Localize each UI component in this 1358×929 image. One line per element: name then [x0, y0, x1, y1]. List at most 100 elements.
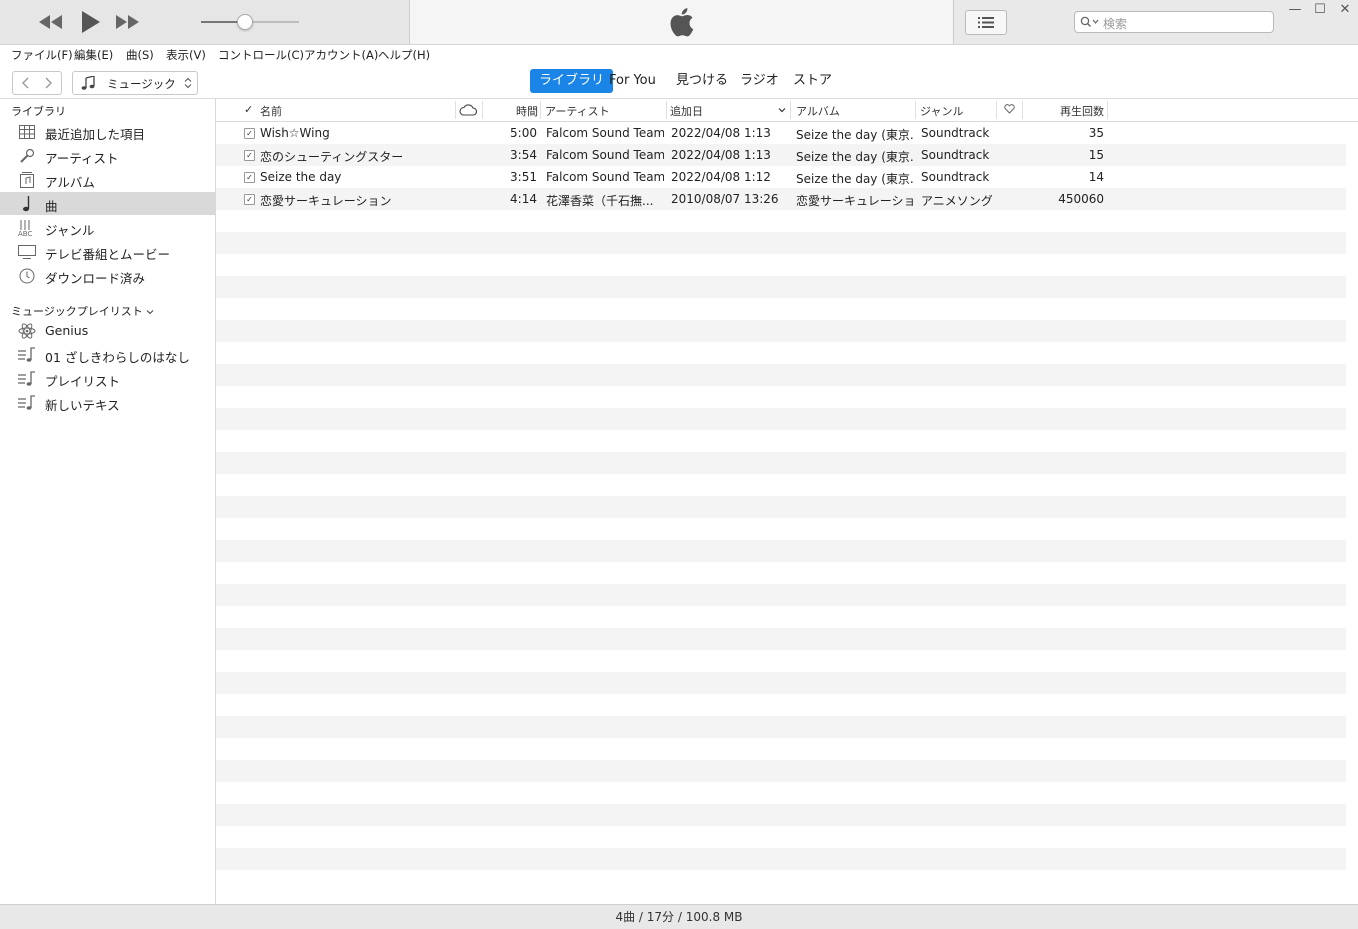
maximize-button[interactable]: ☐ [1310, 2, 1330, 18]
search-field[interactable]: 検索 [1074, 11, 1274, 33]
cell-album: Seize the day (東京... [796, 128, 913, 142]
sidebar-item-albums[interactable]: アルバム [0, 168, 215, 191]
sidebar: ライブラリ 最近追加した項目 アーティスト アルバム 曲 ABC ジャンル テレ… [0, 99, 216, 904]
empty-row [216, 826, 1346, 848]
column-artist[interactable]: アーティスト [545, 103, 610, 119]
empty-row [216, 694, 1346, 716]
music-note-icon [18, 195, 36, 213]
cell-artist: Falcom Sound Team... [546, 148, 664, 162]
close-button[interactable]: ✕ [1335, 2, 1355, 18]
column-divider [455, 101, 456, 119]
tab-for-you[interactable]: For You [600, 69, 665, 93]
empty-row [216, 848, 1346, 870]
cell-play-count: 450060 [1058, 192, 1104, 206]
table-row[interactable]: ✓ 恋のシューティングスター 3:54 Falcom Sound Team... 202… [216, 144, 1346, 166]
volume-knob[interactable] [237, 14, 254, 30]
menu-view[interactable]: 表示(V) [166, 47, 206, 63]
table-row[interactable]: ✓ Seize the day 3:51 Falcom Sound Team... 20… [216, 166, 1346, 188]
sidebar-item-label: テレビ番組とムービー [45, 247, 171, 262]
column-time[interactable]: 時間 [516, 103, 538, 119]
menu-help[interactable]: ヘルプ(H) [378, 47, 430, 63]
row-checkbox[interactable]: ✓ [244, 172, 255, 183]
column-cloud[interactable] [459, 104, 478, 119]
sidebar-item-label: プレイリスト [45, 374, 121, 389]
menu-controls[interactable]: コントロール(C) [218, 47, 304, 63]
play-button[interactable] [78, 8, 102, 36]
forward-button[interactable] [37, 71, 62, 95]
chevron-down-icon [146, 310, 154, 315]
column-love[interactable] [1004, 104, 1015, 117]
menu-file[interactable]: ファイル(F) [11, 47, 73, 63]
empty-row [216, 210, 1346, 232]
fast-forward-button[interactable] [114, 10, 140, 34]
empty-row [216, 254, 1346, 276]
empty-row [216, 738, 1346, 760]
sort-descending-icon[interactable] [778, 107, 786, 113]
column-check[interactable]: ✓ [244, 103, 253, 116]
empty-row [216, 628, 1346, 650]
sidebar-item-label: Genius [45, 323, 89, 338]
tab-browse[interactable]: 見つける [667, 69, 737, 93]
sidebar-item-label: アルバム [45, 175, 95, 190]
menu-song[interactable]: 曲(S) [126, 47, 154, 63]
row-checkbox[interactable]: ✓ [244, 194, 255, 205]
row-checkbox[interactable]: ✓ [244, 128, 255, 139]
vertical-scrollbar[interactable] [1346, 122, 1358, 904]
playlists-header[interactable]: ミュージックプレイリスト [11, 303, 154, 319]
up-next-button[interactable] [965, 10, 1007, 35]
row-checkbox[interactable]: ✓ [244, 150, 255, 161]
library-header: ライブラリ [11, 105, 66, 118]
empty-row [216, 870, 1346, 892]
empty-row [216, 452, 1346, 474]
cell-time: 3:54 [510, 148, 537, 162]
library-summary: 4曲 / 17分 / 100.8 MB [615, 910, 743, 924]
sidebar-item-genius[interactable]: Genius [0, 319, 215, 342]
media-kind-selector[interactable]: ミュージック [72, 71, 198, 95]
cell-genre: Soundtrack [921, 148, 990, 162]
cell-date-added: 2022/04/08 1:12 [671, 170, 771, 184]
sidebar-item-genres[interactable]: ABC ジャンル [0, 216, 215, 239]
column-date-added[interactable]: 追加日 [670, 103, 703, 119]
sidebar-item-recently-added[interactable]: 最近追加した項目 [0, 120, 215, 143]
column-play-count[interactable]: 再生回数 [1060, 103, 1104, 119]
sidebar-item-playlist-01[interactable]: 01 ざしきわらしのはなし [0, 343, 215, 366]
cell-album: Seize the day (東京... [796, 172, 913, 186]
sidebar-item-downloaded[interactable]: ダウンロード済み [0, 264, 215, 287]
sidebar-item-playlist[interactable]: プレイリスト [0, 367, 215, 390]
sidebar-item-songs[interactable]: 曲 [0, 192, 215, 215]
genius-atom-icon [18, 322, 36, 340]
empty-row [216, 672, 1346, 694]
column-name[interactable]: 名前 [260, 103, 282, 119]
status-bar: 4曲 / 17分 / 100.8 MB [0, 904, 1358, 929]
volume-slider[interactable] [201, 14, 299, 30]
svg-text:ABC: ABC [18, 230, 32, 236]
empty-row [216, 584, 1346, 606]
menu-account[interactable]: アカウント(A) [304, 47, 378, 63]
empty-row [216, 496, 1346, 518]
column-genre[interactable]: ジャンル [920, 103, 963, 119]
table-row[interactable]: ✓ 恋愛サーキュレーション 4:14 花澤香菜（千石撫... 2010/08/07 13… [216, 188, 1346, 210]
minimize-button[interactable]: — [1285, 2, 1305, 18]
sidebar-item-artists[interactable]: アーティスト [0, 144, 215, 167]
playlist-icon [18, 346, 36, 364]
rewind-button[interactable] [38, 10, 64, 34]
tab-store[interactable]: ストア [784, 69, 841, 93]
empty-row [216, 716, 1346, 738]
tab-radio[interactable]: ラジオ [731, 69, 788, 93]
menu-edit[interactable]: 編集(E) [74, 47, 113, 63]
cell-date-added: 2022/04/08 1:13 [671, 126, 771, 140]
cell-time: 5:00 [510, 126, 537, 140]
list-icon [978, 17, 994, 28]
column-album[interactable]: アルバム [796, 103, 840, 119]
sidebar-item-new-text[interactable]: 新しいテキス [0, 391, 215, 414]
back-button[interactable] [12, 71, 38, 95]
empty-row [216, 540, 1346, 562]
table-row[interactable]: ✓ Wish☆Wing 5:00 Falcom Sound Team... 2022/0… [216, 122, 1346, 144]
navigation-bar: ミュージック ライブラリ For You 見つける ラジオ ストア [0, 66, 1358, 99]
playlist-icon [18, 370, 36, 388]
apple-logo-icon [670, 8, 694, 37]
sidebar-item-tv-movies[interactable]: テレビ番組とムービー [0, 240, 215, 263]
microphone-icon [18, 147, 36, 165]
cell-play-count: 35 [1088, 126, 1104, 140]
search-icon [1080, 16, 1099, 27]
